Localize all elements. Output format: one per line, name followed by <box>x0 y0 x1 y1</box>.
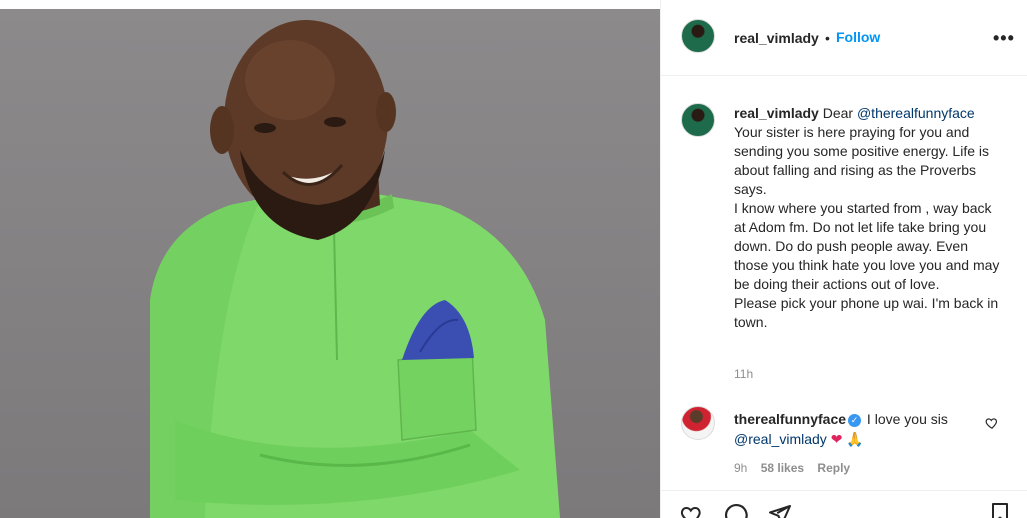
commenter-avatar[interactable] <box>681 406 715 440</box>
comment-icon[interactable] <box>723 502 749 518</box>
caption-timestamp[interactable]: 11h <box>734 367 753 381</box>
more-options-icon[interactable]: ••• <box>993 28 1015 49</box>
post-side-panel: real_vimlady • Follow ••• real_vimlady D… <box>660 0 1027 518</box>
reply-button[interactable]: Reply <box>817 461 850 475</box>
caption-avatar[interactable] <box>681 103 715 137</box>
verified-badge-icon: ✓ <box>848 413 862 427</box>
comment-likes[interactable]: 58 likes <box>761 461 804 475</box>
caption-body: Your sister is here praying for you and … <box>734 124 1000 330</box>
comment-like-icon[interactable] <box>985 416 999 430</box>
heart-emoji: ❤ <box>830 431 843 447</box>
post-photo[interactable] <box>0 0 660 518</box>
follow-button[interactable]: Follow <box>836 29 880 45</box>
commenter-username[interactable]: therealfunnyface <box>734 411 846 427</box>
comment-text: therealfunnyface ✓ I love you sis @real_v… <box>734 409 979 449</box>
portrait-illustration <box>150 20 560 518</box>
share-icon[interactable] <box>767 503 793 518</box>
author-username[interactable]: real_vimlady <box>734 30 819 46</box>
comment-timestamp[interactable]: 9h <box>734 461 747 475</box>
header-separator: • <box>825 30 830 46</box>
pray-emoji: 🙏 <box>846 431 864 447</box>
comment-mention[interactable]: @real_vimlady <box>734 431 827 447</box>
bookmark-icon[interactable] <box>988 502 1012 518</box>
caption-mention[interactable]: @therealfunnyface <box>857 105 975 121</box>
comment-body: I love you sis <box>863 411 948 427</box>
heart-icon[interactable] <box>679 503 705 518</box>
caption-username[interactable]: real_vimlady <box>734 105 819 121</box>
post-header: real_vimlady • Follow ••• <box>661 0 1027 76</box>
post-caption: real_vimlady Dear @therealfunnyface Your… <box>734 104 1004 332</box>
author-avatar[interactable] <box>681 19 715 53</box>
action-bar <box>661 490 1027 518</box>
comment-meta: 9h 58 likes Reply <box>734 461 860 475</box>
caption-lead: Dear <box>818 105 857 121</box>
